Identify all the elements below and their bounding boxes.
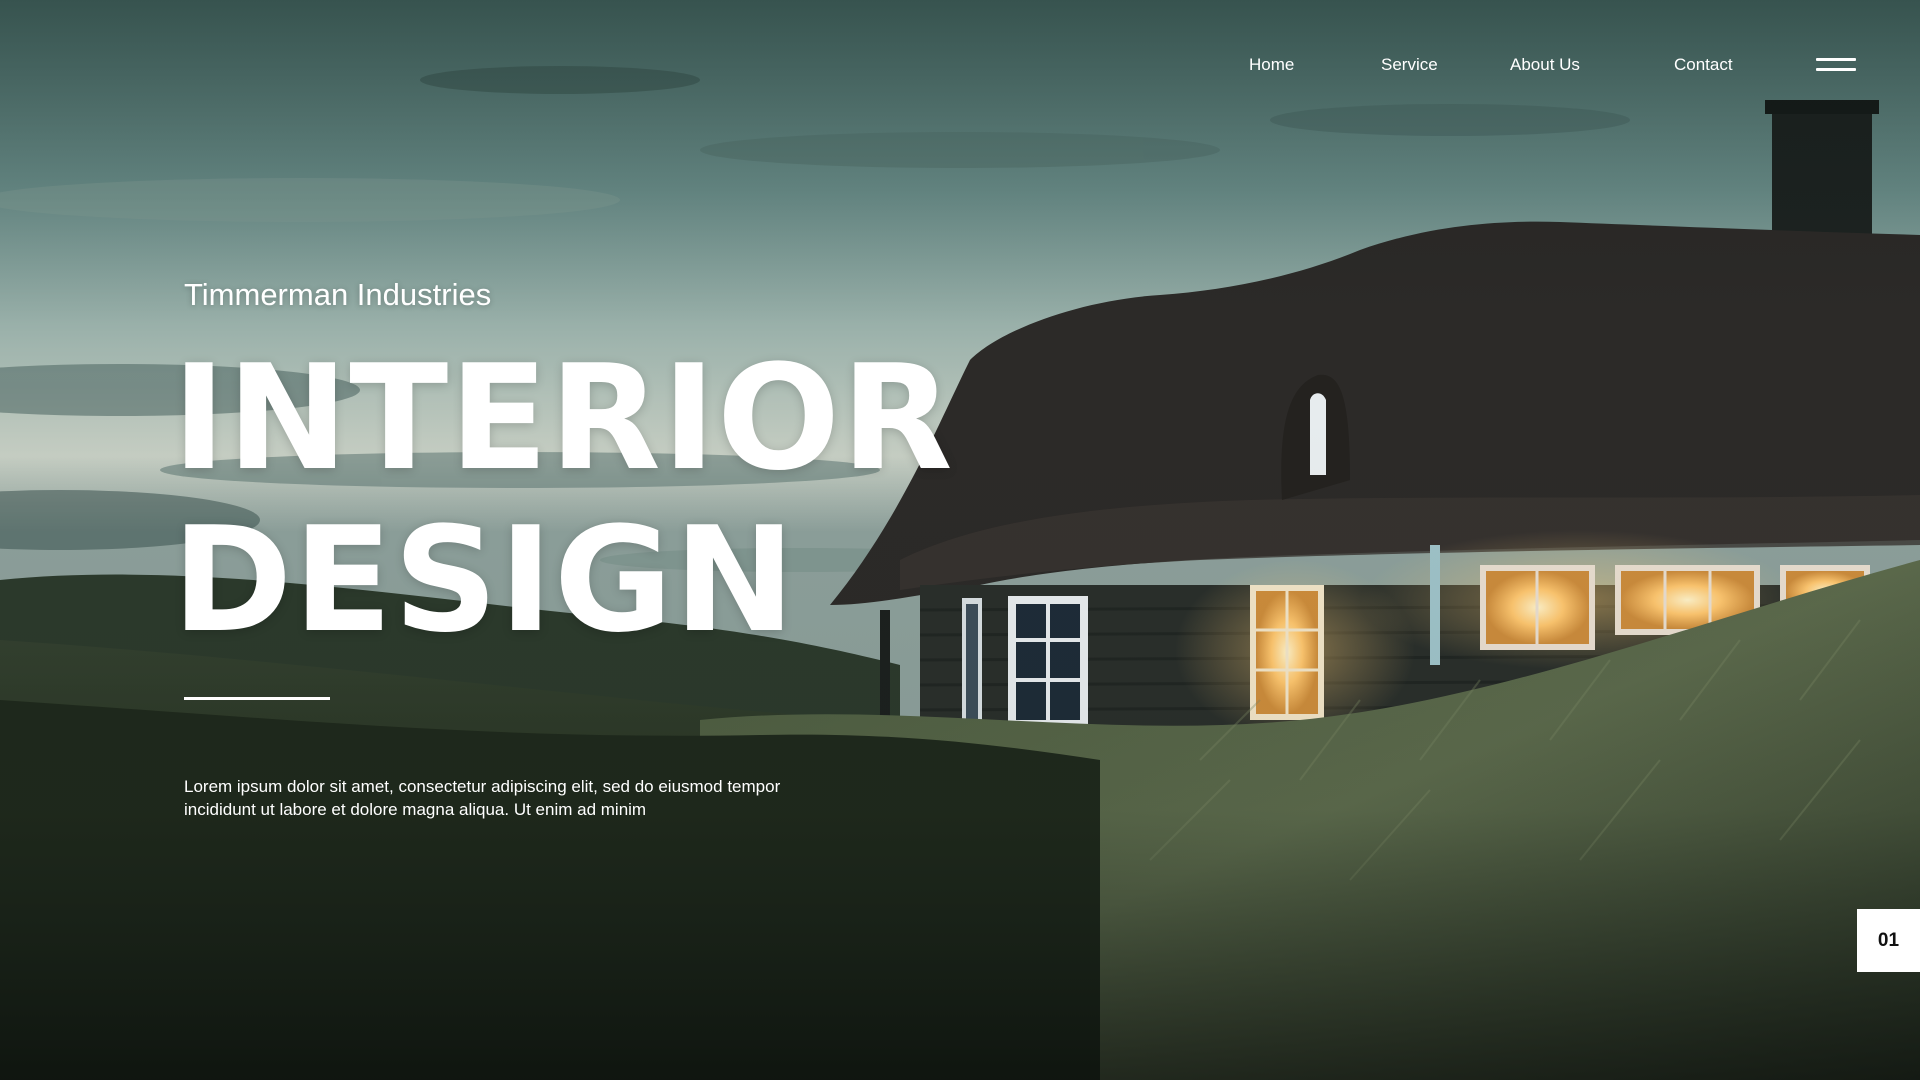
nav-link-service[interactable]: Service: [1381, 54, 1438, 76]
menu-icon-line-top: [1816, 58, 1856, 61]
hero-headline-line-1: INTERIOR: [172, 334, 954, 503]
menu-icon-line-bottom: [1816, 68, 1856, 71]
hero-headline: INTERIOR DESIGN: [172, 338, 954, 662]
landing-page: Home Service About Us Contact Timmerman …: [0, 0, 1920, 1080]
nav-link-home[interactable]: Home: [1249, 54, 1294, 76]
hero-description: Lorem ipsum dolor sit amet, consectetur …: [184, 777, 781, 819]
hero-headline-line-2: DESIGN: [172, 496, 797, 665]
nav-link-about-us[interactable]: About Us: [1510, 54, 1580, 76]
slide-number-indicator: 01: [1857, 909, 1920, 972]
hamburger-menu-icon[interactable]: [1814, 56, 1858, 78]
company-name: Timmerman Industries: [184, 277, 492, 312]
hero-divider: [184, 697, 330, 700]
nav-link-contact[interactable]: Contact: [1674, 54, 1733, 76]
